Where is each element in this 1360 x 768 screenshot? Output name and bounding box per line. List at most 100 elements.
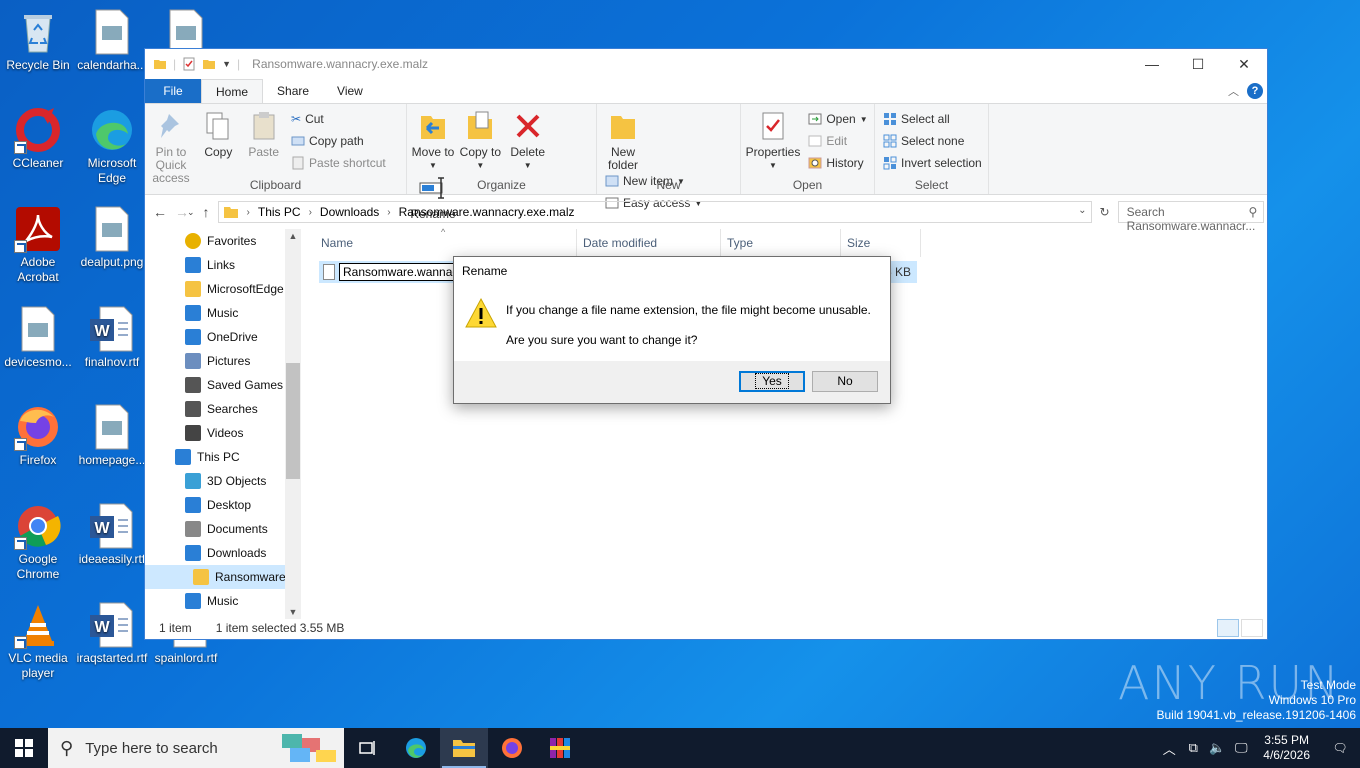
desktop-icon-label: calendarha...: [77, 58, 147, 72]
sidebar-item[interactable]: Desktop: [145, 493, 301, 517]
documents-icon: [185, 521, 201, 537]
svg-text:W: W: [94, 520, 110, 537]
properties-button[interactable]: Properties ▼: [745, 110, 801, 172]
paste-button[interactable]: Paste: [244, 110, 284, 159]
nav-scrollbar[interactable]: ▲ ▼: [285, 229, 301, 619]
breadcrumb-current-folder[interactable]: Ransomware.wannacry.exe.malz: [399, 205, 575, 219]
sidebar-item[interactable]: Searches: [145, 397, 301, 421]
desktop-icon-devicesmo[interactable]: devicesmo...: [0, 305, 76, 370]
desktop-icon-dealput[interactable]: dealput.png: [74, 205, 150, 270]
up-arrow-icon[interactable]: ↑: [203, 204, 210, 220]
yes-button[interactable]: Yes: [739, 371, 805, 392]
sidebar-item[interactable]: 3D Objects: [145, 469, 301, 493]
desktop-icon-firefox[interactable]: Firefox: [0, 403, 76, 468]
back-arrow-icon[interactable]: ←: [153, 204, 167, 220]
sidebar-item[interactable]: OneDrive: [145, 325, 301, 349]
paste-shortcut-button[interactable]: Paste shortcut: [291, 154, 386, 172]
close-button[interactable]: ✕: [1221, 49, 1267, 79]
address-bar[interactable]: › This PC › Downloads › Ransomware.wanna…: [217, 201, 1092, 223]
delete-button[interactable]: Delete ▼: [506, 110, 550, 172]
sidebar-item[interactable]: Videos: [145, 421, 301, 445]
no-button[interactable]: No: [812, 371, 878, 392]
taskbar-search-box[interactable]: ⚲ Type here to search: [48, 728, 344, 768]
new-folder-icon[interactable]: [202, 57, 216, 71]
recent-locations-chevron-icon[interactable]: ⌄: [187, 207, 195, 218]
help-icon[interactable]: ?: [1247, 83, 1263, 99]
sidebar-item[interactable]: Links: [145, 253, 301, 277]
desktop-icon-recycle-bin[interactable]: Recycle Bin: [0, 8, 76, 73]
start-button[interactable]: [0, 728, 48, 768]
copy-to-button[interactable]: Copy to ▼: [458, 110, 502, 172]
tab-view[interactable]: View: [323, 79, 377, 103]
desktop-icon-finalnov[interactable]: W finalnov.rtf: [74, 305, 150, 370]
network-icon[interactable]: 🖵: [1229, 740, 1253, 756]
customize-toolbar-chevron-icon[interactable]: ▼: [222, 59, 231, 69]
scroll-thumb[interactable]: [286, 363, 300, 479]
desktop-icon-edge[interactable]: Microsoft Edge: [74, 106, 150, 186]
invert-selection-button[interactable]: Invert selection: [883, 154, 982, 172]
select-none-button[interactable]: Select none: [883, 132, 982, 150]
taskbar-firefox-icon[interactable]: [488, 728, 536, 768]
minimize-button[interactable]: —: [1129, 49, 1175, 79]
column-header-size[interactable]: Size: [841, 229, 921, 257]
taskbar-edge-icon[interactable]: [392, 728, 440, 768]
desktop-icon-acrobat[interactable]: Adobe Acrobat: [0, 205, 76, 285]
search-input[interactable]: Search Ransomware.wannacr... ⚲: [1117, 201, 1265, 233]
sidebar-item[interactable]: Documents: [145, 517, 301, 541]
select-all-button[interactable]: Select all: [883, 110, 982, 128]
desktop-icon-ideaeasily[interactable]: W ideaeasily.rtf: [74, 502, 150, 567]
column-header-type[interactable]: Type: [721, 229, 841, 257]
show-hidden-icons-chevron-icon[interactable]: ︿: [1157, 739, 1181, 758]
sidebar-item[interactable]: Ransomware.: [145, 565, 301, 589]
volume-icon[interactable]: 🔈: [1205, 740, 1229, 756]
sidebar-item[interactable]: This PC: [145, 445, 301, 469]
desktop-icon-chrome[interactable]: Google Chrome: [0, 502, 76, 582]
sidebar-item[interactable]: MicrosoftEdge: [145, 277, 301, 301]
taskbar-winrar-icon[interactable]: [536, 728, 584, 768]
meet-now-icon[interactable]: ⧉: [1181, 740, 1205, 756]
task-view-icon[interactable]: [344, 728, 392, 768]
sidebar-item[interactable]: Saved Games: [145, 373, 301, 397]
tab-share[interactable]: Share: [263, 79, 323, 103]
refresh-icon[interactable]: ↻: [1100, 205, 1110, 219]
desktop-icon-homepage[interactable]: homepage...: [74, 403, 150, 468]
open-button[interactable]: Open ▼: [808, 110, 868, 128]
new-folder-button[interactable]: New folder: [601, 110, 645, 172]
collapse-ribbon-chevron-icon[interactable]: ︿: [1228, 83, 1239, 99]
breadcrumb-this-pc[interactable]: This PC: [258, 205, 301, 219]
details-view-button[interactable]: [1217, 619, 1239, 637]
shortcut-arrow-icon: [14, 240, 27, 253]
cut-button[interactable]: ✂ Cut: [291, 110, 386, 128]
edit-button[interactable]: Edit: [808, 132, 867, 150]
sidebar-item[interactable]: Pictures: [145, 349, 301, 373]
properties-icon[interactable]: [182, 57, 196, 71]
breadcrumb-downloads[interactable]: Downloads: [320, 205, 379, 219]
maximize-button[interactable]: ☐: [1175, 49, 1221, 79]
desktop-icon-iraqstarted[interactable]: W iraqstarted.rtf: [74, 601, 150, 666]
tab-file[interactable]: File: [145, 79, 201, 103]
select-all-label: Select all: [901, 112, 950, 126]
move-to-button[interactable]: Move to ▼: [411, 110, 455, 172]
copy-path-button[interactable]: Copy path: [291, 132, 386, 150]
sidebar-item[interactable]: Favorites: [145, 229, 301, 253]
sidebar-item[interactable]: Music: [145, 589, 301, 613]
large-icons-view-button[interactable]: [1241, 619, 1263, 637]
paste-shortcut-label: Paste shortcut: [309, 156, 386, 170]
history-button[interactable]: History: [808, 154, 867, 172]
desktop-icon-calendarha[interactable]: calendarha...: [74, 8, 150, 73]
tab-home[interactable]: Home: [201, 79, 264, 103]
address-dropdown-chevron-icon[interactable]: ⌄: [1078, 205, 1086, 216]
sidebar-item[interactable]: Music: [145, 301, 301, 325]
desktop-icon-vlc[interactable]: VLC media player: [0, 601, 76, 681]
pin-to-quick-access-button[interactable]: Pin to Quick access: [149, 110, 193, 185]
column-header-name[interactable]: Name: [315, 229, 577, 257]
copy-button[interactable]: Copy: [196, 110, 240, 159]
clock[interactable]: 3:55 PM 4/6/2026: [1263, 733, 1310, 763]
scroll-up-icon[interactable]: ▲: [285, 231, 301, 241]
notifications-icon[interactable]: 🗨: [1320, 741, 1360, 755]
scroll-down-icon[interactable]: ▼: [285, 607, 301, 617]
desktop-icon-ccleaner[interactable]: CCleaner: [0, 106, 76, 171]
column-header-date-modified[interactable]: Date modified: [577, 229, 721, 257]
sidebar-item[interactable]: Downloads: [145, 541, 301, 565]
taskbar-file-explorer-icon[interactable]: [440, 728, 488, 768]
